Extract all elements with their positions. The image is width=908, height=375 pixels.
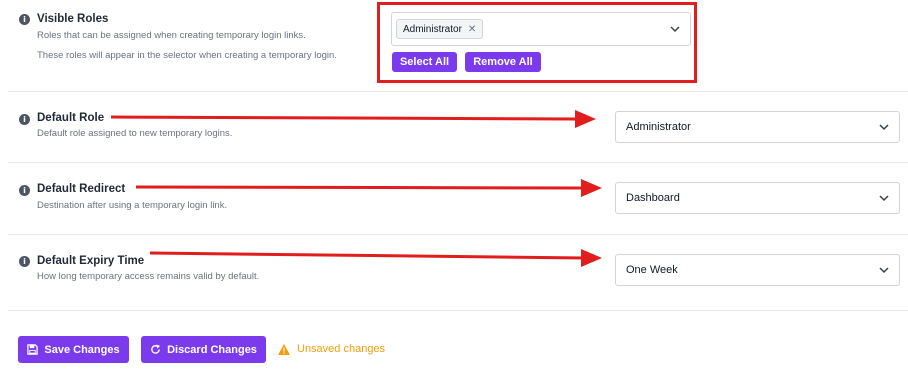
discard-changes-label: Discard Changes	[167, 343, 257, 356]
warning-icon	[278, 343, 290, 355]
annotation-arrows	[110, 110, 602, 267]
save-icon	[27, 344, 39, 355]
unsaved-changes-indicator: Unsaved changes	[278, 343, 385, 355]
save-changes-button[interactable]: Save Changes	[18, 336, 129, 363]
arrow-annotation	[135, 179, 602, 197]
arrow-annotation	[110, 110, 596, 128]
unsaved-changes-label: Unsaved changes	[297, 343, 386, 355]
save-changes-label: Save Changes	[44, 343, 120, 356]
discard-changes-button[interactable]: Discard Changes	[141, 336, 266, 363]
refresh-icon	[151, 344, 161, 354]
arrow-annotation	[149, 249, 602, 267]
